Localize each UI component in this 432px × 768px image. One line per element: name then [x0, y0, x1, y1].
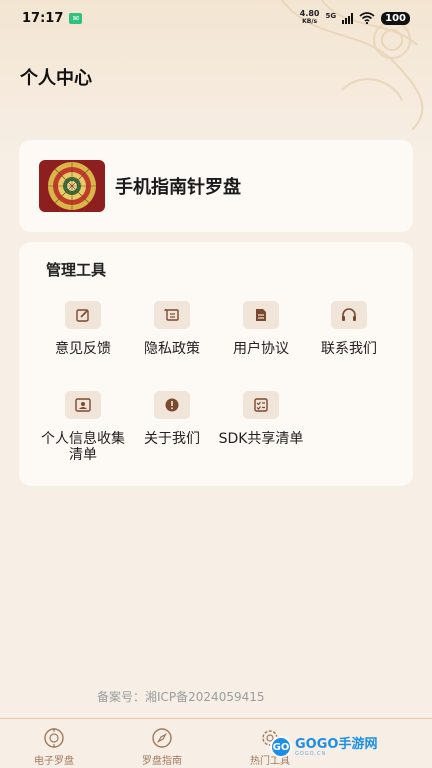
tool-about-us[interactable]: 关于我们: [132, 391, 212, 447]
app-info-card: 手机指南针罗盘: [19, 140, 413, 232]
network-speed: 4.80 KB/s: [300, 10, 320, 26]
tool-label: SDK共享清单: [218, 431, 304, 447]
compass-icon: [152, 728, 172, 748]
tool-feedback[interactable]: 意见反馈: [43, 301, 123, 357]
watermark-logo: GO: [270, 736, 292, 758]
tool-contact-us[interactable]: 联系我们: [309, 301, 389, 357]
network-type: 5G: [325, 12, 337, 20]
page-title: 个人中心: [20, 68, 92, 89]
nav-label: 罗盘指南: [142, 756, 182, 767]
compass-logo-icon: [48, 162, 96, 210]
tool-personal-info-list[interactable]: 个人信息收集清单: [41, 391, 125, 463]
watermark-brand: GOGO手游网: [295, 736, 378, 752]
battery-indicator: 100: [381, 11, 410, 25]
notification-icon: ✉: [69, 12, 83, 24]
compass-dial-icon: [44, 728, 64, 748]
tool-label: 联系我们: [321, 341, 377, 357]
status-time: 17:17: [22, 10, 64, 26]
nav-item-compass-dial[interactable]: 电子罗盘: [0, 719, 108, 768]
network-speed-value: 4.80: [299, 9, 320, 18]
icp-record: 备案号：湘ICP备2024059415: [97, 690, 265, 704]
tool-label: 用户协议: [233, 341, 289, 357]
nav-label: 电子罗盘: [34, 756, 74, 767]
tool-sdk-sharing-list[interactable]: SDK共享清单: [218, 391, 304, 447]
headset-icon: [331, 301, 367, 329]
signal-icon: [342, 12, 354, 24]
wifi-icon: [359, 12, 375, 24]
info-icon: [154, 391, 190, 419]
nav-item-compass-guide[interactable]: 罗盘指南: [108, 719, 216, 768]
tool-label: 关于我们: [144, 431, 200, 447]
edit-icon: [65, 301, 101, 329]
network-speed-unit: KB/s: [302, 18, 318, 25]
app-logo: [39, 160, 105, 212]
app-name: 手机指南针罗盘: [115, 177, 241, 198]
status-bar: 17:17 ✉ 4.80 KB/s 5G 100: [0, 0, 432, 36]
checklist-icon: [243, 391, 279, 419]
status-indicators: 4.80 KB/s 5G 100: [300, 10, 410, 26]
tool-label: 个人信息收集清单: [41, 431, 125, 463]
section-title: 管理工具: [46, 261, 107, 279]
management-tools-card: 管理工具 意见反馈 隐私政策 用户协议 联系我们 个人信息收集清单 关于我们 S…: [19, 242, 413, 486]
tool-user-agreement[interactable]: 用户协议: [221, 301, 301, 357]
tool-label: 意见反馈: [55, 341, 111, 357]
document-icon: [243, 301, 279, 329]
id-card-icon: [65, 391, 101, 419]
tool-label: 隐私政策: [144, 341, 200, 357]
site-watermark: GO GOGO手游网 GOGO.CN: [270, 736, 377, 758]
scroll-icon: [154, 301, 190, 329]
tool-privacy-policy[interactable]: 隐私政策: [132, 301, 212, 357]
